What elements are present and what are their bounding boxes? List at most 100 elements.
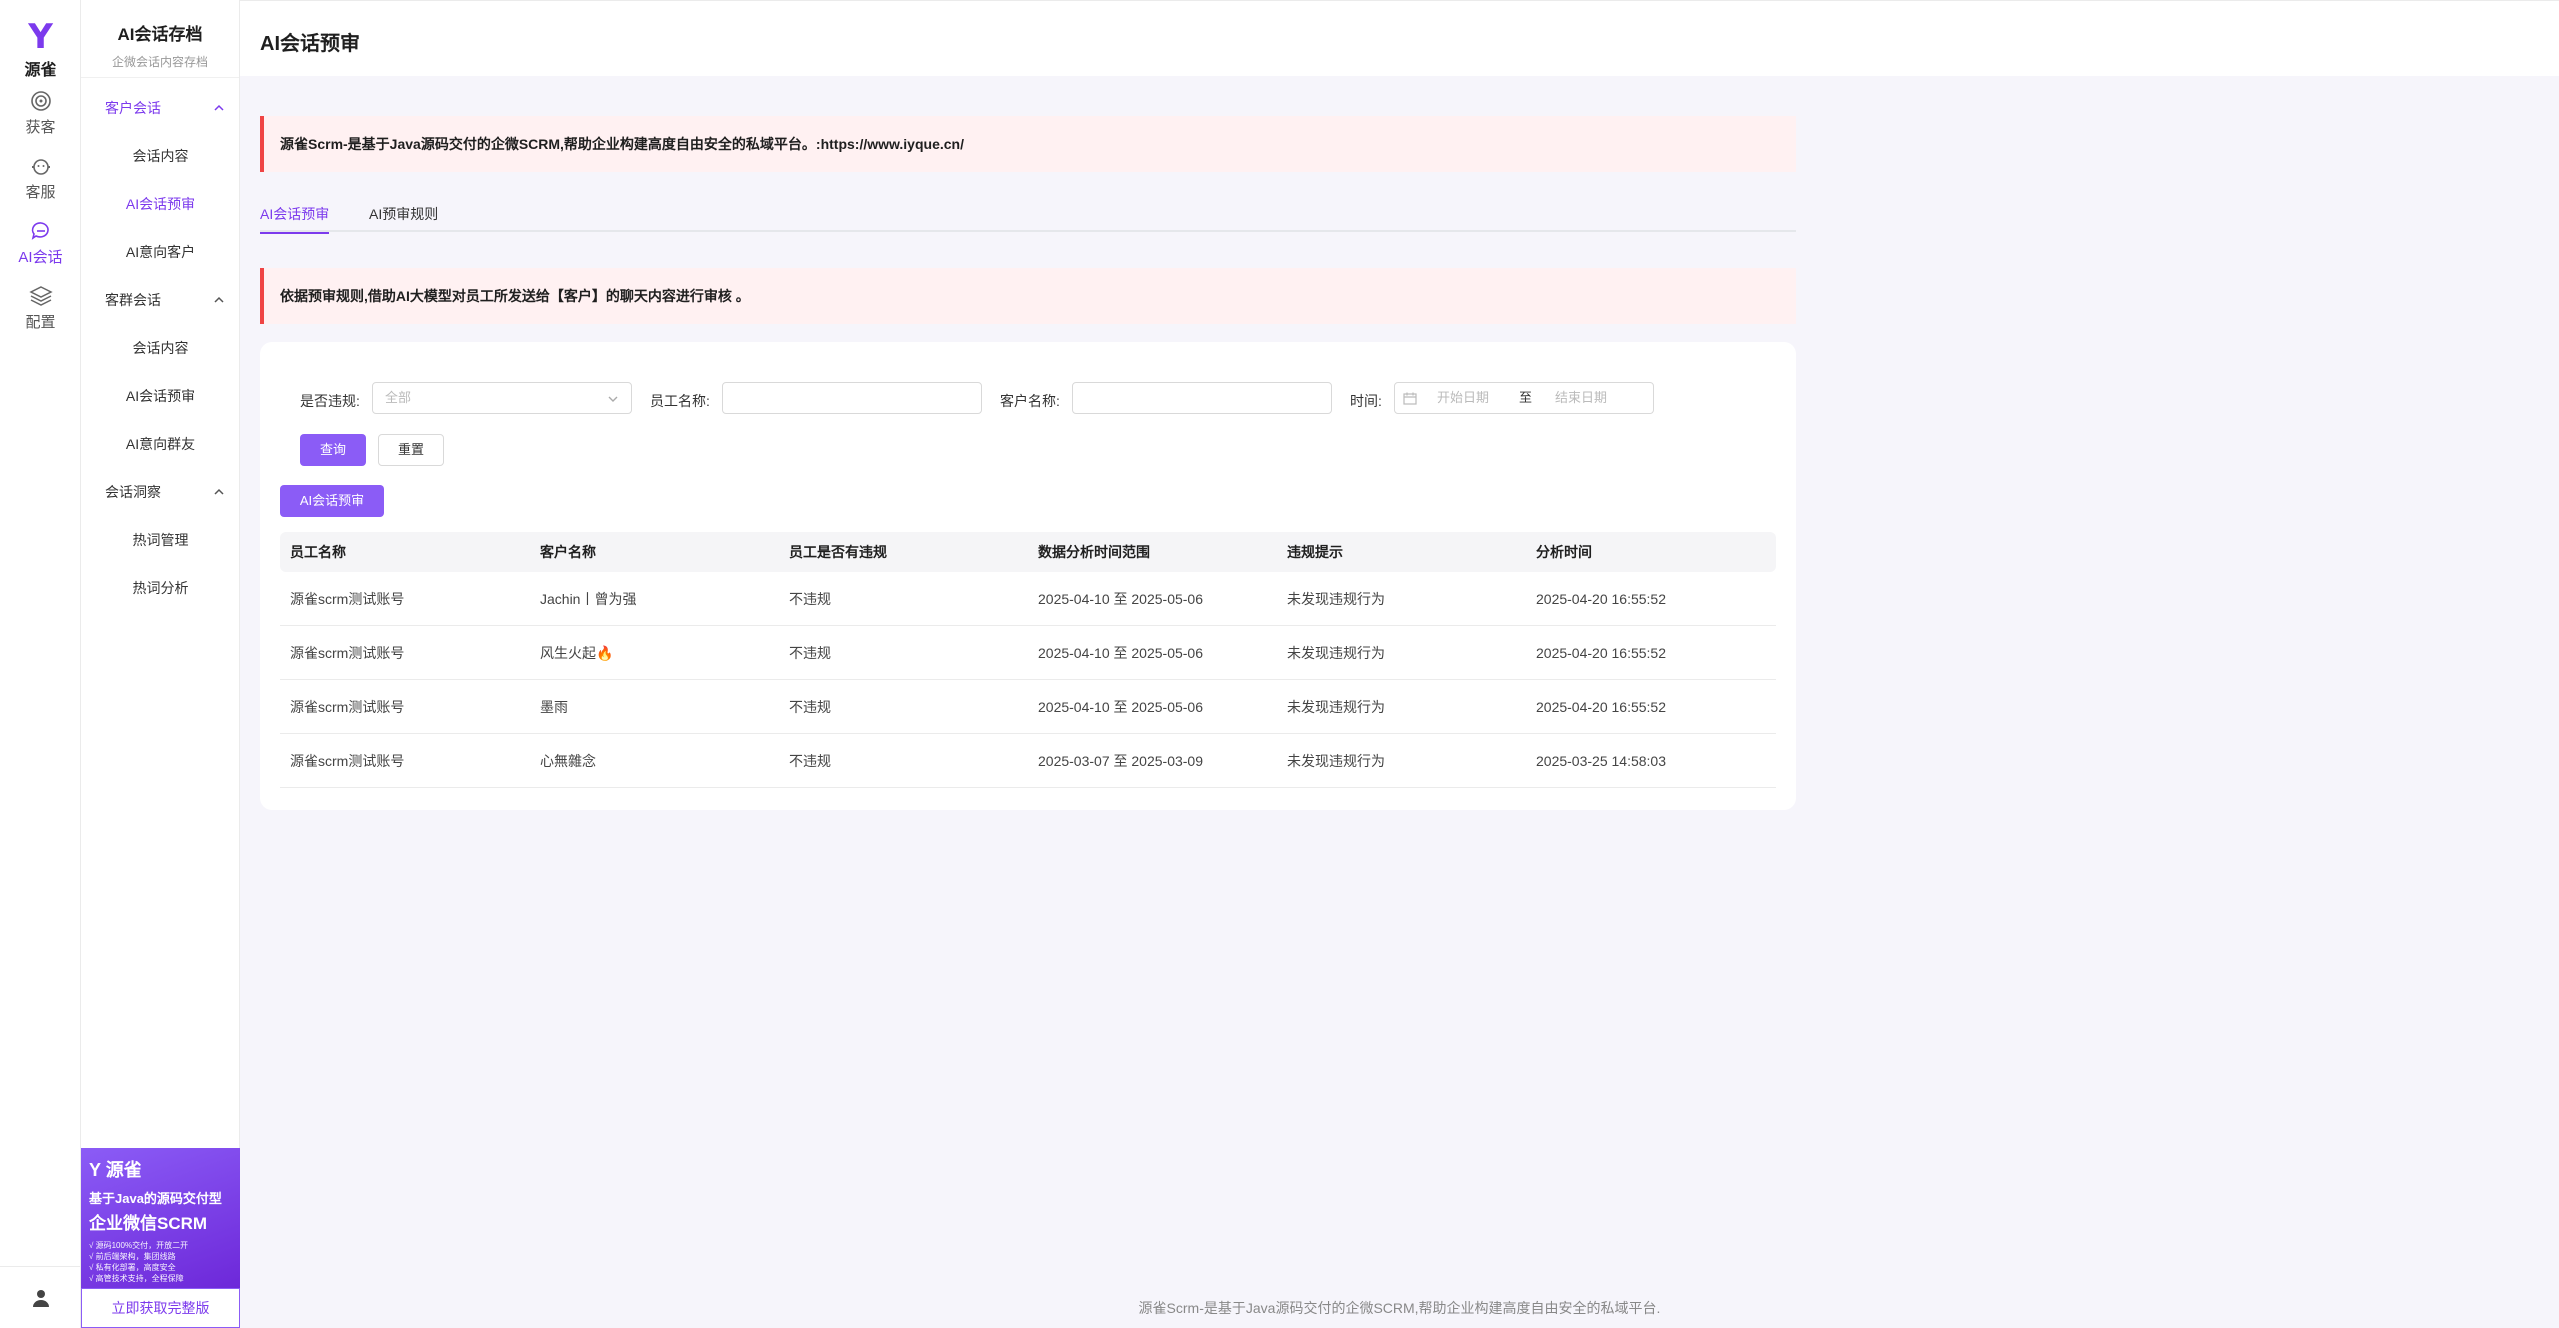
logo-mark-icon: Y bbox=[28, 17, 53, 57]
end-date-placeholder: 结束日期 bbox=[1555, 390, 1608, 405]
cell-staff-name: 源雀scrm测试账号 bbox=[290, 591, 405, 607]
rail-item-config[interactable]: 配置 bbox=[0, 285, 81, 332]
cell-time-range: 2025-04-10 至 2025-05-06 bbox=[1038, 699, 1204, 715]
sub-sidebar-header: AI会话存档 企微会话内容存档 bbox=[81, 0, 239, 78]
reset-button[interactable]: 重置 bbox=[378, 434, 444, 466]
get-full-version-button[interactable]: 立即获取完整版 bbox=[81, 1288, 240, 1328]
tab-ai-rules[interactable]: AI预审规则 bbox=[369, 204, 438, 232]
range-separator: 至 bbox=[1519, 390, 1533, 405]
group-customer-chat[interactable]: 客户会话 bbox=[105, 98, 225, 118]
col-customer-name: 客户名称 bbox=[540, 544, 596, 560]
group-title-label: 会话洞察 bbox=[105, 484, 161, 500]
query-button[interactable]: 查询 bbox=[300, 434, 366, 466]
cell-violation-hint: 未发现违规行为 bbox=[1287, 591, 1385, 607]
chevron-up-icon bbox=[214, 296, 224, 303]
cell-analysis-time: 2025-03-25 14:58:03 bbox=[1536, 753, 1666, 769]
layers-icon bbox=[28, 286, 53, 306]
info-banner: 源雀Scrm-是基于Java源码交付的企微SCRM,帮助企业构建高度自由安全的私… bbox=[260, 116, 1796, 172]
cell-analysis-time: 2025-04-20 16:55:52 bbox=[1536, 591, 1666, 607]
page-header: AI会话预审 bbox=[240, 0, 2559, 76]
cell-staff-name: 源雀scrm测试账号 bbox=[290, 645, 405, 661]
violation-label: 是否违规: bbox=[300, 393, 360, 409]
sub-item-customer-content[interactable]: 会话内容 bbox=[81, 146, 240, 166]
violation-select[interactable]: 全部 bbox=[372, 382, 632, 414]
calendar-icon bbox=[1403, 392, 1417, 405]
cell-customer-name: 心無雜念 bbox=[540, 753, 596, 769]
tab-bar: AI会话预审 AI预审规则 bbox=[260, 200, 1796, 234]
table-header: 员工名称 客户名称 员工是否有违规 数据分析时间范围 违规提示 分析时间 bbox=[280, 532, 1776, 572]
rail-item-acquire[interactable]: 获客 bbox=[0, 90, 81, 137]
cell-customer-name: 风生火起🔥 bbox=[540, 645, 614, 661]
cell-violation-hint: 未发现违规行为 bbox=[1287, 699, 1385, 715]
col-violation: 员工是否有违规 bbox=[789, 544, 887, 560]
col-staff-name: 员工名称 bbox=[290, 544, 346, 560]
chat-bubble-icon bbox=[31, 222, 49, 240]
cell-time-range: 2025-03-07 至 2025-03-09 bbox=[1038, 753, 1204, 769]
group-title-label: 客群会话 bbox=[105, 292, 161, 308]
cell-violation-hint: 未发现违规行为 bbox=[1287, 645, 1385, 661]
promo-brand: Y 源雀 bbox=[89, 1160, 142, 1180]
group-title-label: 客户会话 bbox=[105, 100, 161, 116]
target-icon bbox=[30, 91, 51, 111]
user-icon bbox=[32, 1289, 49, 1307]
cell-time-range: 2025-04-10 至 2025-05-06 bbox=[1038, 591, 1204, 607]
sub-sidebar-subtitle: 企微会话内容存档 bbox=[111, 55, 208, 69]
app-logo[interactable]: Y 源雀 bbox=[0, 20, 81, 80]
rail-item-label: AI会话 bbox=[18, 249, 63, 266]
group-group-chat[interactable]: 客群会话 bbox=[105, 290, 225, 310]
review-table: 员工名称 客户名称 员工是否有违规 数据分析时间范围 违规提示 分析时间 源雀s… bbox=[280, 532, 1776, 788]
cell-violation: 不违规 bbox=[789, 591, 831, 607]
group-chat-insight[interactable]: 会话洞察 bbox=[105, 482, 225, 502]
customer-name-input[interactable] bbox=[1072, 382, 1332, 414]
sub-item-hotword-analysis[interactable]: 热词分析 bbox=[81, 578, 240, 598]
customer-name-label: 客户名称: bbox=[1000, 393, 1060, 409]
page-title: AI会话预审 bbox=[260, 33, 360, 55]
ai-review-button[interactable]: AI会话预审 bbox=[280, 485, 384, 517]
cell-violation: 不违规 bbox=[789, 645, 831, 661]
col-analysis-time: 分析时间 bbox=[1536, 544, 1592, 560]
page-footer: 源雀Scrm-是基于Java源码交付的企微SCRM,帮助企业构建高度自由安全的私… bbox=[1138, 1300, 1661, 1316]
promo-logo-icon: Y bbox=[89, 1160, 106, 1180]
cell-analysis-time: 2025-04-20 16:55:52 bbox=[1536, 645, 1666, 661]
table-row[interactable]: 源雀scrm测试账号 Jachin丨曾为强 不违规 2025-04-10 至 2… bbox=[280, 572, 1776, 626]
main-content: AI会话预审 源雀Scrm-是基于Java源码交付的企微SCRM,帮助企业构建高… bbox=[240, 0, 2559, 1328]
rail-item-label: 客服 bbox=[25, 184, 56, 201]
col-time-range: 数据分析时间范围 bbox=[1038, 544, 1150, 560]
table-row[interactable]: 源雀scrm测试账号 风生火起🔥 不违规 2025-04-10 至 2025-0… bbox=[280, 626, 1776, 680]
cell-staff-name: 源雀scrm测试账号 bbox=[290, 699, 405, 715]
table-row[interactable]: 源雀scrm测试账号 墨雨 不违规 2025-04-10 至 2025-05-0… bbox=[280, 680, 1776, 734]
chevron-up-icon bbox=[214, 488, 224, 495]
sub-item-group-content[interactable]: 会话内容 bbox=[81, 338, 240, 358]
chevron-down-icon bbox=[608, 396, 618, 402]
chevron-up-icon bbox=[214, 104, 224, 111]
user-profile-button[interactable] bbox=[0, 1266, 81, 1328]
cell-analysis-time: 2025-04-20 16:55:52 bbox=[1536, 699, 1666, 715]
rail-item-service[interactable]: 客服 bbox=[0, 155, 81, 202]
date-range-picker[interactable]: 开始日期 至 结束日期 bbox=[1394, 382, 1654, 414]
staff-name-input[interactable] bbox=[722, 382, 982, 414]
rule-banner: 依据预审规则,借助AI大模型对员工所发送给【客户】的聊天内容进行审核 。 bbox=[260, 268, 1796, 324]
icon-rail: Y 源雀 获客 客服 AI会话 配置 bbox=[0, 0, 81, 1328]
sub-item-hotword-manage[interactable]: 热词管理 bbox=[81, 530, 240, 550]
sub-item-group-intent[interactable]: AI意向群友 bbox=[81, 434, 240, 454]
promo-line2: 企业微信SCRM bbox=[89, 1214, 208, 1233]
query-card: 是否违规: 全部 员工名称: 客户名称: 时间: 开始日期 至 结束日期 查询 … bbox=[260, 342, 1796, 810]
cell-customer-name: 墨雨 bbox=[540, 699, 568, 715]
sub-sidebar: AI会话存档 企微会话内容存档 客户会话 会话内容 AI会话预审 AI意向客户 … bbox=[81, 0, 240, 1328]
rail-item-label: 配置 bbox=[25, 314, 56, 331]
start-date-placeholder: 开始日期 bbox=[1437, 390, 1490, 405]
sub-item-customer-intent[interactable]: AI意向客户 bbox=[81, 242, 240, 262]
tab-ai-review[interactable]: AI会话预审 bbox=[260, 204, 330, 234]
promo-bullets: √ 源码100%交付，开放二开 √ 前后端架构，集团线路 √ 私有化部署，高度安… bbox=[89, 1241, 189, 1283]
staff-name-label: 员工名称: bbox=[650, 393, 710, 409]
cell-staff-name: 源雀scrm测试账号 bbox=[290, 753, 405, 769]
logo-name: 源雀 bbox=[24, 62, 57, 79]
cell-customer-name: Jachin丨曾为强 bbox=[540, 591, 637, 607]
rail-item-ai-chat[interactable]: AI会话 bbox=[0, 220, 81, 267]
promo-card[interactable]: Y 源雀 基于Java的源码交付型 企业微信SCRM √ 源码100%交付，开放… bbox=[81, 1148, 240, 1288]
headset-icon bbox=[31, 159, 50, 175]
table-row[interactable]: 源雀scrm测试账号 心無雜念 不违规 2025-03-07 至 2025-03… bbox=[280, 734, 1776, 788]
sub-item-group-ai-review[interactable]: AI会话预审 bbox=[81, 386, 240, 406]
sub-item-customer-ai-review[interactable]: AI会话预审 bbox=[81, 194, 240, 214]
promo-line1: 基于Java的源码交付型 bbox=[89, 1191, 222, 1206]
